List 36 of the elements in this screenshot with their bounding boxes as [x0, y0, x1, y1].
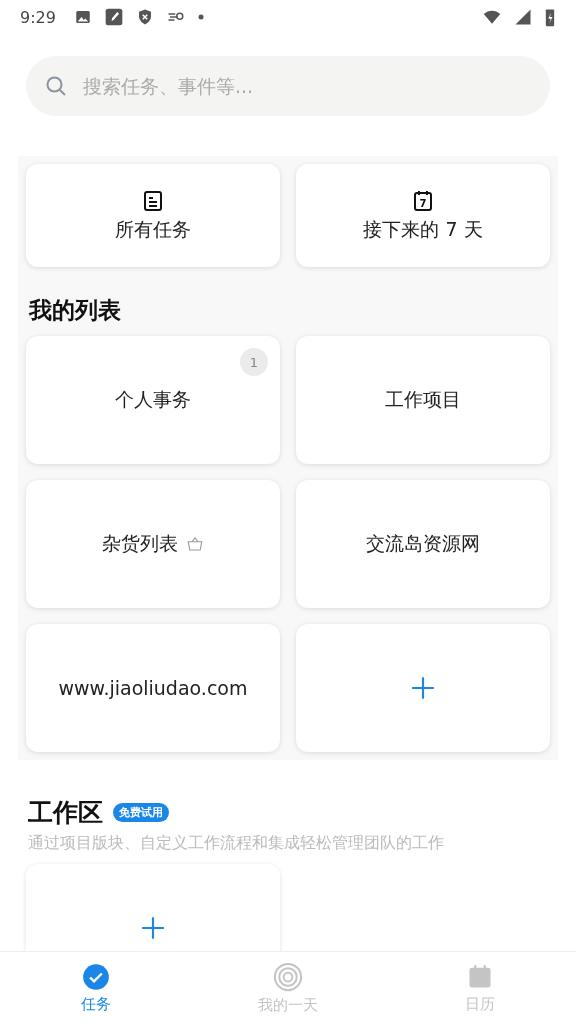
wifi-icon — [482, 8, 502, 26]
list-label: www.jiaoliudao.com — [58, 677, 248, 699]
smart-list-card[interactable]: 7 接下来的 7 天 — [296, 164, 550, 267]
list-label: 杂货列表 — [102, 531, 204, 557]
section-title: 工作区 — [28, 797, 103, 829]
list-card[interactable]: 交流岛资源网 — [296, 480, 550, 608]
list-label: 接下来的 7 天 — [363, 216, 483, 242]
notepad-icon — [103, 7, 124, 27]
list-icon — [141, 188, 165, 213]
battery-icon — [544, 7, 556, 27]
image-icon — [73, 8, 92, 26]
add-list-card[interactable] — [296, 624, 550, 752]
list-card[interactable]: 1 个人事务 — [26, 336, 280, 464]
calendar-icon: 7 — [411, 188, 435, 213]
check-circle-icon — [82, 962, 110, 991]
search-field[interactable]: 搜索任务、事件等... — [26, 56, 550, 116]
list-label: 个人事务 — [115, 387, 191, 412]
list-label: 交流岛资源网 — [366, 531, 480, 556]
plus-icon — [410, 675, 436, 701]
search-icon — [44, 74, 68, 98]
nav-tab[interactable]: 任务 — [0, 952, 192, 1024]
list-card[interactable]: 杂货列表 — [26, 480, 280, 608]
list-label: 工作项目 — [385, 387, 461, 412]
list-label: 所有任务 — [115, 216, 191, 242]
target-icon — [273, 961, 303, 992]
status-time: 9:29 — [20, 7, 56, 27]
plus-icon — [140, 915, 166, 941]
dot-icon — [197, 14, 204, 20]
section-title: 我的列表 — [29, 296, 122, 325]
list-card[interactable]: www.jiaoliudao.com — [26, 624, 280, 752]
signal-icon — [514, 8, 532, 26]
smart-list-card[interactable]: 所有任务 — [26, 164, 280, 267]
trial-badge: 免费试用 — [113, 803, 169, 822]
section-description: 通过项目版块、自定义工作流程和集成轻松管理团队的工作 — [28, 833, 445, 854]
list-card[interactable]: 工作项目 — [296, 336, 550, 464]
count-badge: 1 — [240, 348, 268, 376]
